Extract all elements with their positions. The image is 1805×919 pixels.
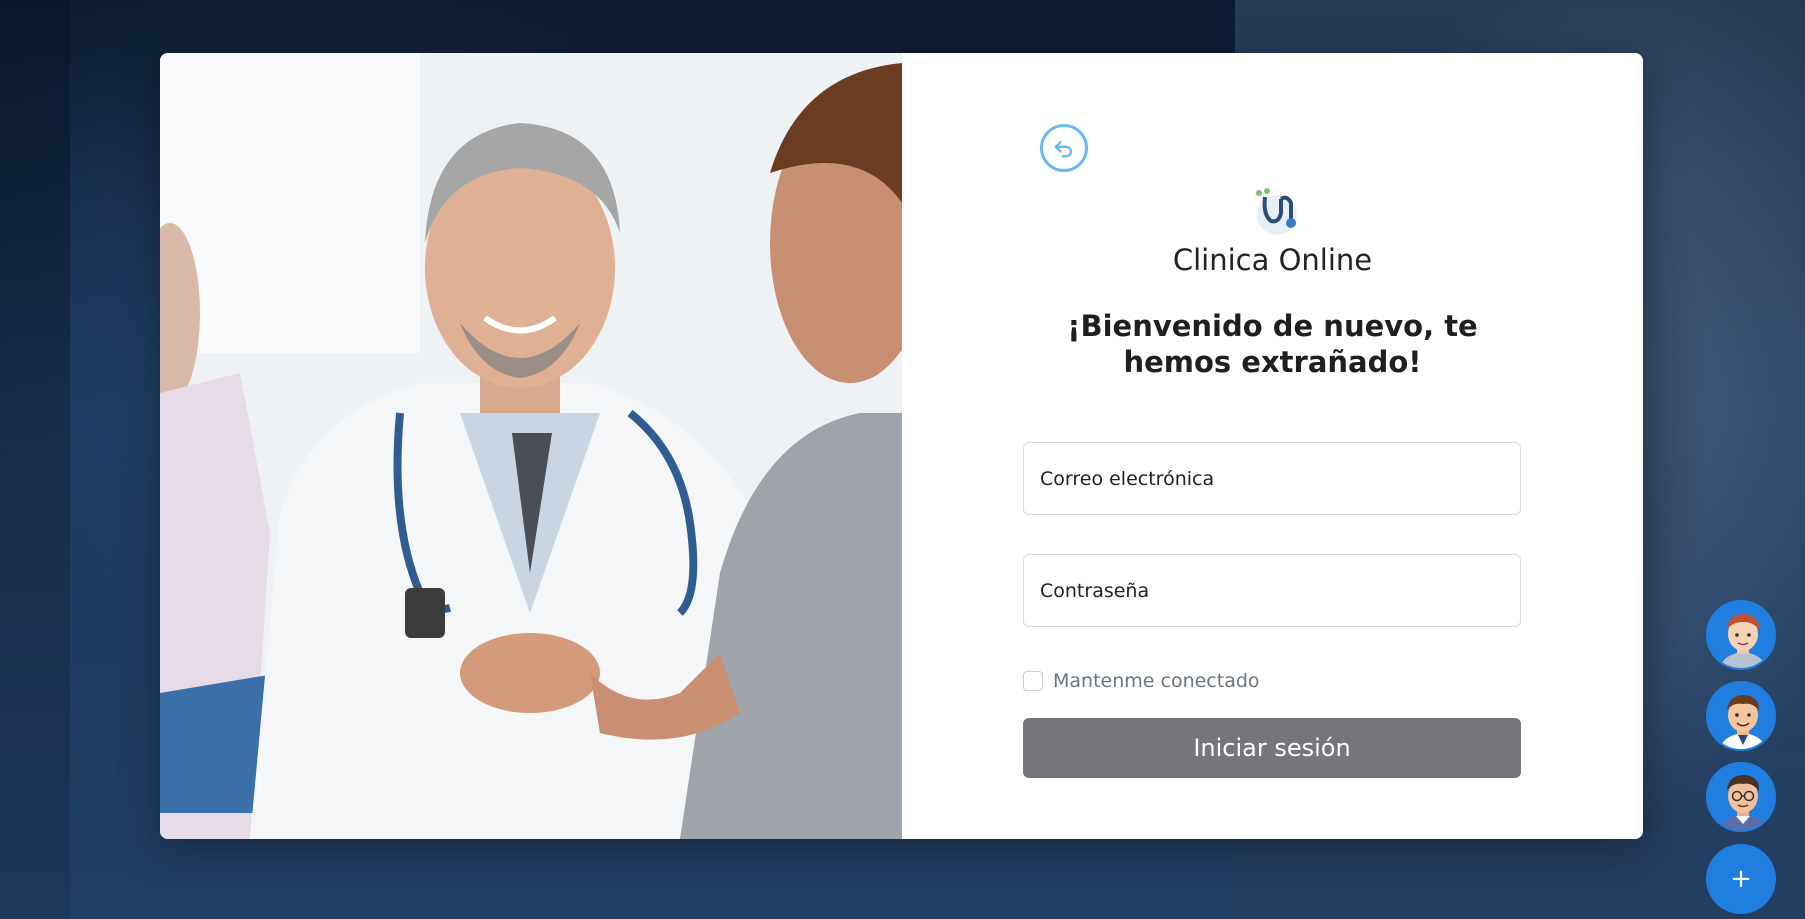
login-form-pane: Clinica Online ¡Bienvenido de nuevo, te … [902,53,1643,839]
quick-user-avatar-2[interactable] [1706,681,1776,751]
brand-name: Clinica Online [1172,243,1373,277]
login-button[interactable]: Iniciar sesión [1023,718,1521,778]
back-button[interactable] [1040,124,1088,172]
doctor-handshake-photo [160,53,902,839]
password-field[interactable] [1023,554,1521,627]
remember-label: Mantenme conectado [1053,670,1260,692]
add-user-button[interactable]: + [1706,844,1776,914]
welcome-heading: ¡Bienvenido de nuevo, te hemos extrañado… [1067,309,1478,379]
quick-user-avatar-3[interactable] [1706,762,1776,832]
remember-checkbox[interactable] [1023,671,1043,691]
email-field[interactable] [1023,442,1521,515]
stethoscope-logo-icon [1256,188,1297,235]
quick-user-avatar-1[interactable] [1706,600,1776,670]
remember-me[interactable]: Mantenme conectado [1023,670,1260,692]
background-shade-left [0,0,70,919]
login-card: Clinica Online ¡Bienvenido de nuevo, te … [160,53,1643,839]
back-arrow-icon [1054,141,1073,158]
